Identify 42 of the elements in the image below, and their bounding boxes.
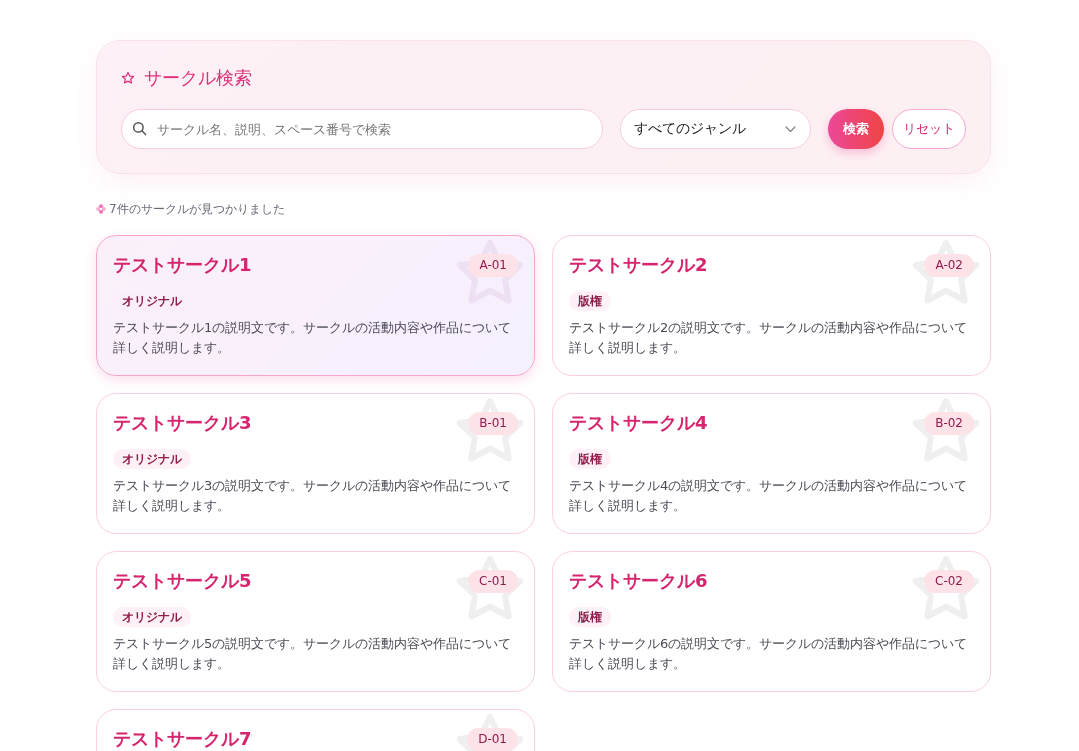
circle-name: テストサークル7 xyxy=(113,727,252,751)
circle-name: テストサークル3 xyxy=(113,411,252,435)
circle-description: テストサークル4の説明文です。サークルの活動内容や作品について詳しく説明します。 xyxy=(569,477,969,515)
space-number-badge: A-02 xyxy=(924,253,974,277)
space-number-badge: B-01 xyxy=(468,411,518,435)
space-number-badge: C-02 xyxy=(924,569,974,593)
circle-description: テストサークル2の説明文です。サークルの活動内容や作品について詳しく説明します。 xyxy=(569,319,969,357)
genre-tag: オリジナル xyxy=(113,449,191,469)
circle-card[interactable]: テストサークル5 C-01 オリジナル テストサークル5の説明文です。サークルの活動内容や作品について詳しく説明します。 xyxy=(96,551,535,692)
genre-tag: オリジナル xyxy=(113,607,191,627)
space-number-badge: B-02 xyxy=(924,411,974,435)
circle-card[interactable]: テストサークル3 B-01 オリジナル テストサークル3の説明文です。サークルの活動内容や作品について詳しく説明します。 xyxy=(96,393,535,534)
circle-description: テストサークル5の説明文です。サークルの活動内容や作品について詳しく説明します。 xyxy=(113,635,513,673)
space-number-badge: C-01 xyxy=(468,569,518,593)
chevron-down-icon xyxy=(785,125,796,133)
circle-description: テストサークル1の説明文です。サークルの活動内容や作品について詳しく説明します。 xyxy=(113,319,513,357)
genre-select[interactable]: すべてのジャンル xyxy=(620,109,811,149)
genre-tag: 版権 xyxy=(569,607,611,627)
circle-card[interactable]: テストサークル6 C-02 版権 テストサークル6の説明文です。サークルの活動内容や作品について詳しく説明します。 xyxy=(552,551,991,692)
circle-name: テストサークル1 xyxy=(113,253,252,277)
search-icon xyxy=(132,121,147,136)
genre-tag: 版権 xyxy=(569,291,611,311)
panel-title: サークル検索 xyxy=(144,66,252,90)
circle-card[interactable]: テストサークル7 D-01 xyxy=(96,709,535,751)
result-count: 7件のサークルが見つかりました xyxy=(109,201,285,217)
star-icon xyxy=(121,71,135,85)
circle-name: テストサークル2 xyxy=(569,253,708,277)
circle-description: テストサークル3の説明文です。サークルの活動内容や作品について詳しく説明します。 xyxy=(113,477,513,515)
search-field[interactable]: サークル名、説明、スペース番号で検索 xyxy=(121,109,603,149)
circle-description: テストサークル6の説明文です。サークルの活動内容や作品について詳しく説明します。 xyxy=(569,635,969,673)
circle-card[interactable]: テストサークル1 A-01 オリジナル テストサークル1の説明文です。サークルの活動内容や作品について詳しく説明します。 xyxy=(96,235,535,376)
circle-card[interactable]: テストサークル4 B-02 版権 テストサークル4の説明文です。サークルの活動内容や作品について詳しく説明します。 xyxy=(552,393,991,534)
circle-name: テストサークル6 xyxy=(569,569,708,593)
reset-button[interactable]: リセット xyxy=(892,109,966,149)
search-button[interactable]: 検索 xyxy=(828,109,884,149)
circle-card[interactable]: テストサークル2 A-02 版権 テストサークル2の説明文です。サークルの活動内容や作品について詳しく説明します。 xyxy=(552,235,991,376)
flower-icon xyxy=(96,204,106,214)
space-number-badge: D-01 xyxy=(467,727,518,751)
circle-name: テストサークル5 xyxy=(113,569,252,593)
genre-tag: 版権 xyxy=(569,449,611,469)
circle-name: テストサークル4 xyxy=(569,411,708,435)
space-number-badge: A-01 xyxy=(468,253,518,277)
